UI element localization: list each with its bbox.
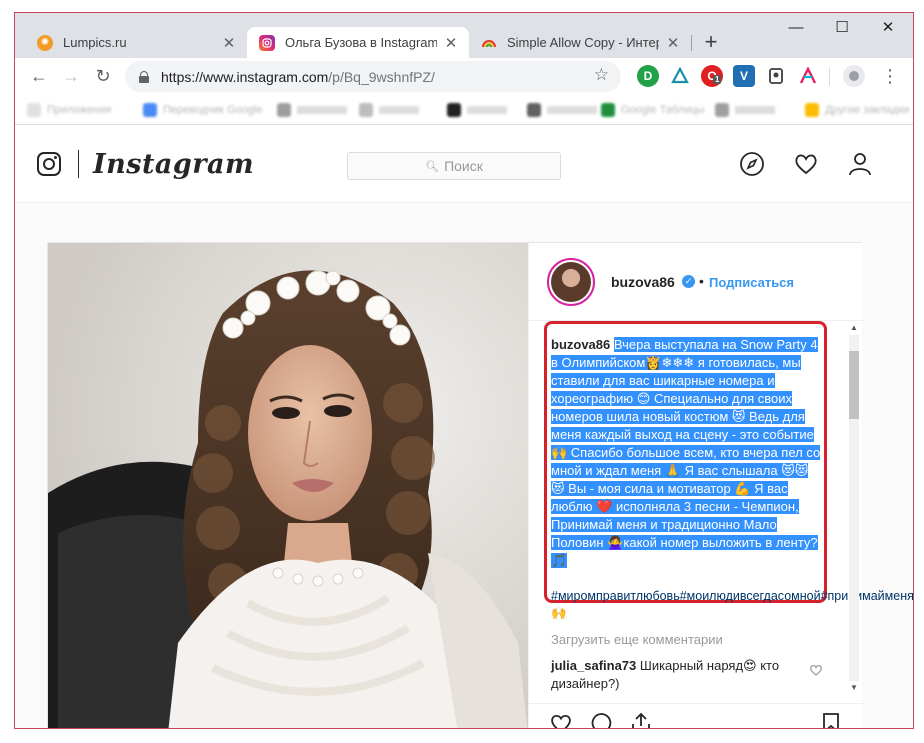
comment-like-heart-icon[interactable]	[809, 663, 823, 677]
bookmark-item[interactable]	[359, 102, 419, 118]
instagram-header: Instagram 🔍︎ Поиск	[15, 125, 913, 203]
tab-instagram[interactable]: Ольга Бузова в Instagram: «В ✕	[247, 27, 469, 58]
activity-heart-icon[interactable]	[793, 151, 819, 177]
post-card: buzova86 ✓ • Подписаться buzova86 Вчера …	[47, 242, 913, 728]
extension-a-icon[interactable]	[797, 65, 819, 87]
extension-shield-icon[interactable]: V	[733, 65, 755, 87]
url-path: /p/Bq_9wshnfPZ/	[328, 68, 435, 85]
lock-icon[interactable]	[139, 70, 149, 83]
tab-close-icon[interactable]: ✕	[221, 34, 237, 52]
caption-hashtags[interactable]: #миромправитлюбовь#моилюдивсегдасомной#п…	[551, 588, 913, 622]
post-caption[interactable]: buzova86 Вчера выступала на Snow Party 4…	[551, 336, 821, 570]
extension-d-icon[interactable]: D	[637, 65, 659, 87]
bookmark-star-icon[interactable]: ☆	[594, 65, 609, 85]
browser-toolbar: ← → ↻ https://www.instagram.com/p/Bq_9ws…	[15, 58, 913, 96]
search-input[interactable]: 🔍︎ Поиск	[347, 152, 561, 180]
post-side-panel: buzova86 ✓ • Подписаться buzova86 Вчера …	[528, 243, 913, 728]
tab-title: Ольга Бузова в Instagram: «В	[285, 35, 437, 50]
explore-compass-icon[interactable]	[739, 151, 765, 177]
caption-username[interactable]: buzova86	[551, 337, 610, 352]
instagram-wordmark[interactable]: Instagram	[93, 149, 254, 180]
comment-bubble-icon[interactable]	[589, 711, 613, 728]
extension-badge: 1	[713, 75, 722, 84]
bookmark-item[interactable]	[447, 102, 507, 118]
tab-lumpics[interactable]: ✺ Lumpics.ru ✕	[25, 27, 247, 58]
scroll-thumb[interactable]	[849, 351, 859, 419]
scroll-down-arrow-icon[interactable]: ▼	[849, 683, 859, 693]
bookmark-item[interactable]	[277, 102, 347, 118]
share-icon[interactable]	[629, 711, 653, 728]
bookmark-item[interactable]: Google Таблицы	[601, 102, 704, 118]
tab-title: Simple Allow Copy - Интернет	[507, 35, 659, 50]
tab-strip: ✺ Lumpics.ru ✕ Ольга Бузова в Instagram:…	[15, 13, 913, 58]
address-bar[interactable]: https://www.instagram.com/p/Bq_9wshnfPZ/…	[125, 61, 621, 92]
forward-button[interactable]: →	[57, 62, 85, 90]
rainbow-icon	[481, 35, 497, 51]
search-icon: 🔍︎	[425, 160, 440, 173]
post-header: buzova86 ✓ • Подписаться	[529, 243, 863, 321]
author-avatar[interactable]	[547, 258, 595, 306]
toolbar-divider	[829, 68, 830, 86]
author-username[interactable]: buzova86	[611, 274, 675, 290]
bookmarks-bar: Приложения Переводчик Google Google Табл…	[15, 96, 913, 125]
bookmark-item-other[interactable]: Другие закладки	[805, 102, 909, 118]
close-window-button[interactable]: ✕	[865, 13, 911, 43]
post-actions-bar	[529, 703, 863, 728]
profile-person-icon[interactable]	[847, 151, 873, 177]
bookmark-item[interactable]	[527, 102, 597, 118]
tab-close-icon[interactable]: ✕	[443, 34, 459, 52]
instagram-page: Instagram 🔍︎ Поиск buzova86 ✓ • Подписат…	[15, 125, 913, 728]
bookmark-item[interactable]: Переводчик Google	[143, 102, 263, 118]
load-more-comments-button[interactable]: Загрузить еще комментарии	[551, 632, 723, 647]
extension-opera-icon[interactable]: O 1	[701, 65, 723, 87]
bookmark-item[interactable]: Приложения	[27, 102, 111, 118]
verified-badge-icon: ✓	[682, 275, 695, 288]
browser-window: ✺ Lumpics.ru ✕ Ольга Бузова в Instagram:…	[14, 12, 914, 729]
separator-dot: •	[699, 273, 704, 289]
tab-title: Lumpics.ru	[63, 35, 127, 50]
browser-menu-icon[interactable]: ⋮	[881, 66, 899, 88]
scroll-up-arrow-icon[interactable]: ▲	[849, 323, 859, 333]
logo-divider	[78, 150, 79, 178]
extension-triangle-icon[interactable]	[669, 65, 691, 87]
follow-button[interactable]: Подписаться	[709, 275, 794, 290]
comment-item: julia_safina73 Шикарный наряд😍 кто дизай…	[551, 657, 801, 693]
url-host: https://www.instagram.com	[161, 68, 329, 85]
search-placeholder: Поиск	[444, 158, 483, 174]
tab-simple-allow-copy[interactable]: Simple Allow Copy - Интернет ✕	[469, 27, 691, 58]
orange-slice-icon: ✺	[37, 34, 53, 51]
extension-pin-icon[interactable]	[765, 65, 787, 87]
save-bookmark-icon[interactable]	[819, 711, 843, 728]
minimize-button[interactable]: —	[773, 13, 819, 43]
back-button[interactable]: ←	[25, 62, 53, 90]
instagram-camera-icon[interactable]	[37, 152, 61, 176]
maximize-button[interactable]: ☐	[819, 13, 865, 43]
tab-close-icon[interactable]: ✕	[665, 34, 681, 52]
like-heart-icon[interactable]	[549, 711, 573, 728]
comments-scrollbar[interactable]: ▲ ▼	[847, 323, 859, 695]
reload-button[interactable]: ↻	[89, 62, 117, 90]
profile-avatar-icon[interactable]	[843, 65, 865, 87]
post-photo[interactable]	[48, 243, 528, 728]
caption-text: Вчера выступала на Snow Party 4 в Олимпи…	[551, 337, 821, 568]
tab-separator	[691, 35, 692, 51]
comment-username[interactable]: julia_safina73	[551, 658, 636, 673]
instagram-icon	[259, 34, 275, 51]
bookmark-item[interactable]	[715, 102, 775, 118]
new-tab-button[interactable]: +	[697, 29, 725, 57]
